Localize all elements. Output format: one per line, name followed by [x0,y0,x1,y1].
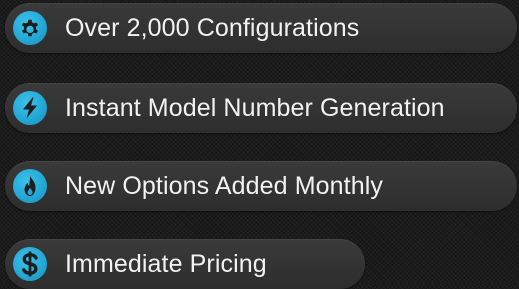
feature-item-pricing: Immediate Pricing [5,239,365,289]
feature-label: Instant Model Number Generation [65,93,445,122]
feature-label: New Options Added Monthly [65,171,383,200]
lightning-bolt-icon [13,91,47,125]
feature-item-new-options: New Options Added Monthly [5,161,517,211]
feature-item-configurations: Over 2,000 Configurations [5,3,517,53]
feature-label: Immediate Pricing [65,249,267,278]
gear-icon [13,11,47,45]
feature-list: Over 2,000 Configurations Instant Model … [0,0,519,289]
feature-item-model-number: Instant Model Number Generation [5,83,517,133]
dollar-sign-icon [13,247,47,281]
feature-label: Over 2,000 Configurations [65,13,360,42]
flame-icon [13,169,47,203]
